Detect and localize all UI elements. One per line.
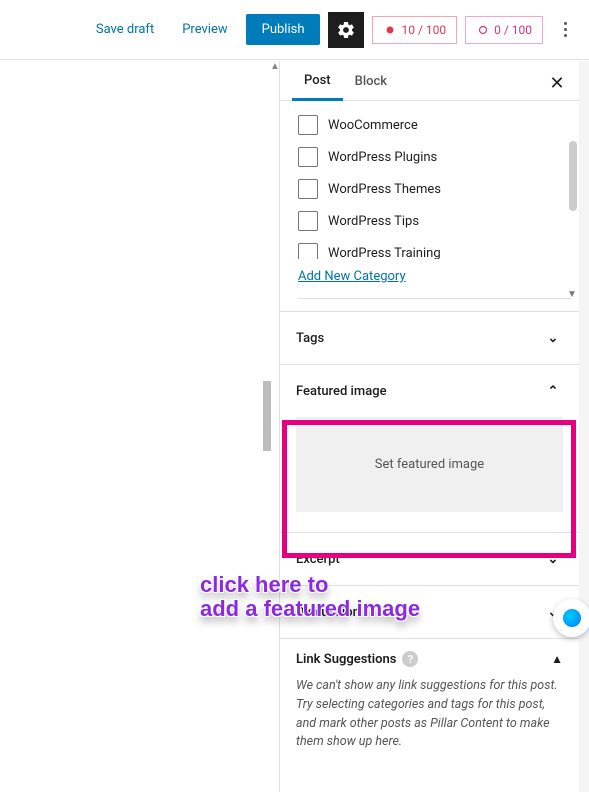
add-new-category-link[interactable]: Add New Category — [298, 259, 571, 298]
help-icon[interactable]: ? — [402, 651, 418, 667]
category-checkbox[interactable] — [298, 243, 318, 259]
link-suggestions-text: We can't show any link suggestions for t… — [296, 677, 563, 752]
category-item: WordPress Plugins — [298, 141, 571, 173]
categories-scrollbar-thumb[interactable] — [569, 141, 577, 211]
settings-sidebar: Post Block ✕ WooCommerce WordPress Plugi… — [279, 61, 579, 792]
featured-image-section-toggle[interactable]: Featured image ⌃ — [280, 364, 579, 417]
excerpt-section-toggle[interactable]: Excerpt ⌄ — [280, 532, 579, 585]
category-checkbox[interactable] — [298, 179, 318, 199]
tags-section-toggle[interactable]: Tags ⌄ — [280, 311, 579, 364]
category-item: WooCommerce — [298, 109, 571, 141]
close-sidebar[interactable]: ✕ — [545, 71, 569, 95]
category-checkbox[interactable] — [298, 211, 318, 231]
more-menu[interactable] — [551, 12, 579, 48]
seo-score-1-text: 10 / 100 — [401, 23, 446, 37]
link-suggestions-section: Link Suggestions ? ▲ We can't show any l… — [280, 638, 579, 770]
gear-icon — [336, 20, 356, 40]
set-featured-image-button[interactable]: Set featured image — [296, 417, 563, 512]
category-label: WooCommerce — [328, 118, 418, 133]
link-suggestions-title: Link Suggestions — [296, 652, 396, 667]
discussion-section-toggle[interactable]: Discussion ⌄ — [280, 585, 579, 638]
sidebar-scroll-track[interactable] — [579, 61, 589, 792]
seo-score-pill-1[interactable]: 10 / 100 — [372, 16, 457, 44]
main-area: ▲ Post Block ✕ WooCommerce WordPress P — [0, 61, 589, 792]
category-item: WordPress Training — [298, 237, 571, 259]
link-suggestions-toggle[interactable]: Link Suggestions ? ▲ — [296, 639, 563, 677]
seo-icon — [383, 23, 397, 37]
save-draft-link[interactable]: Save draft — [86, 16, 164, 43]
seo-score-pill-2[interactable]: 0 / 100 — [465, 16, 543, 44]
seo-swirl-icon — [476, 23, 490, 37]
close-icon: ✕ — [549, 73, 564, 94]
preview-link[interactable]: Preview — [172, 16, 237, 43]
category-label: WordPress Plugins — [328, 150, 437, 165]
chevron-down-icon: ⌄ — [543, 328, 563, 348]
category-label: WordPress Tips — [328, 214, 419, 229]
caret-up-icon: ▲ — [551, 652, 563, 666]
category-label: WordPress Training — [328, 246, 441, 260]
category-label: WordPress Themes — [328, 182, 441, 197]
tab-block[interactable]: Block — [343, 62, 399, 99]
settings-button[interactable] — [328, 12, 364, 48]
excerpt-title: Excerpt — [296, 552, 340, 567]
category-item: WordPress Themes — [298, 173, 571, 205]
panel-body: WooCommerce WordPress Plugins WordPress … — [280, 101, 579, 770]
category-checkbox[interactable] — [298, 115, 318, 135]
featured-image-body: Set featured image — [280, 417, 579, 532]
divider — [298, 298, 571, 299]
categories-section: WooCommerce WordPress Plugins WordPress … — [280, 101, 579, 311]
chevron-down-icon[interactable]: ▼ — [567, 289, 577, 299]
content-scrollbar[interactable] — [263, 381, 271, 451]
floating-chat-button[interactable] — [553, 599, 589, 637]
category-checkbox[interactable] — [298, 147, 318, 167]
editor-topbar: Save draft Preview Publish 10 / 100 0 / … — [0, 0, 589, 60]
discussion-title: Discussion — [296, 605, 360, 620]
category-item: WordPress Tips — [298, 205, 571, 237]
seo-score-2-text: 0 / 100 — [494, 23, 532, 37]
publish-button[interactable]: Publish — [246, 14, 321, 45]
chevron-down-icon: ⌄ — [543, 549, 563, 569]
featured-image-title: Featured image — [296, 384, 387, 399]
tags-title: Tags — [296, 331, 324, 346]
chat-icon — [563, 609, 581, 627]
tab-post[interactable]: Post — [292, 61, 343, 101]
sidebar-tabs: Post Block ✕ — [280, 61, 579, 101]
chevron-up-icon: ⌃ — [543, 381, 563, 401]
